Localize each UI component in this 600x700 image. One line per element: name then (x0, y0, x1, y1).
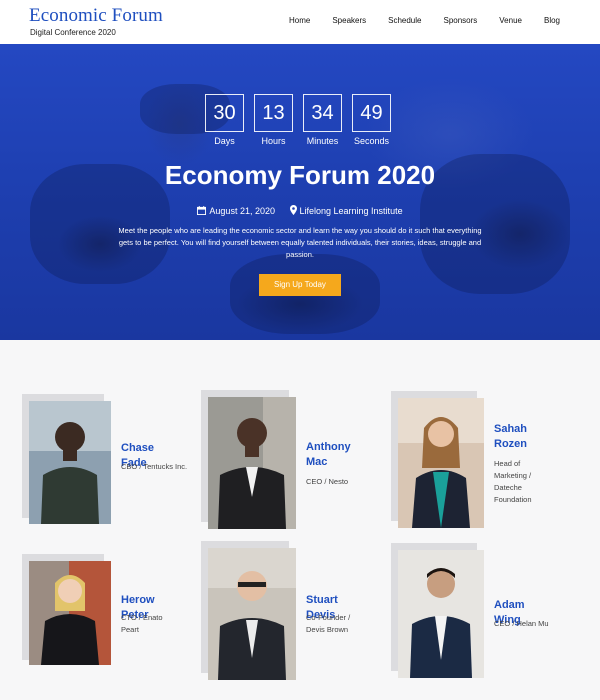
speaker-photo[interactable] (29, 401, 111, 524)
speaker-name[interactable]: Anthony Mac (306, 440, 366, 470)
countdown-seconds: 49 Seconds (352, 94, 391, 146)
map-marker-icon (289, 205, 297, 217)
logo-subtitle: Digital Conference 2020 (30, 28, 116, 37)
speaker-photo[interactable] (208, 397, 296, 529)
speaker-role: CEO / Nesto (306, 477, 349, 486)
speaker-role: Co-Founder / Devis Brown (306, 613, 351, 634)
event-date-text: August 21, 2020 (209, 206, 275, 216)
main-nav: Home Speakers Schedule Sponsors Venue Bl… (267, 16, 560, 25)
nav-speakers[interactable]: Speakers (332, 16, 366, 25)
countdown-value: 13 (254, 94, 293, 132)
event-date: August 21, 2020 (197, 206, 277, 216)
countdown-value: 49 (352, 94, 391, 132)
speaker-photo[interactable] (398, 550, 484, 678)
speaker-role: Head of Marketing / Dateche Foundation (494, 459, 532, 504)
speaker-photo[interactable] (398, 398, 484, 528)
countdown-timer: 30 Days 13 Hours 34 Minutes 49 Seconds (205, 94, 391, 146)
hero-section: 30 Days 13 Hours 34 Minutes 49 Seconds E… (0, 44, 600, 340)
countdown-label: Minutes (306, 136, 339, 146)
sign-up-button[interactable]: Sign Up Today (259, 274, 341, 296)
speaker-role: CTO / Enato Peart (121, 613, 163, 634)
hero-description: Meet the people who are leading the econ… (118, 226, 482, 259)
countdown-label: Days (214, 136, 235, 146)
calendar-icon (197, 206, 207, 217)
nav-blog[interactable]: Blog (544, 16, 560, 25)
speaker-name[interactable]: Sahah Rozen (494, 422, 544, 452)
countdown-label: Seconds (353, 136, 390, 146)
nav-sponsors[interactable]: Sponsors (443, 16, 477, 25)
countdown-days: 30 Days (205, 94, 244, 146)
hero-title: Economy Forum 2020 (164, 160, 436, 190)
nav-home[interactable]: Home (289, 16, 310, 25)
speaker-photo[interactable] (29, 561, 111, 665)
speaker-role: CEO / Helan Mu (494, 619, 549, 628)
countdown-value: 30 (205, 94, 244, 132)
countdown-minutes: 34 Minutes (303, 94, 342, 146)
site-header: Economic Forum Digital Conference 2020 H… (0, 0, 600, 44)
nav-venue[interactable]: Venue (499, 16, 522, 25)
event-meta: August 21, 2020 Lifelong Learning Instit… (0, 205, 600, 217)
event-venue: Lifelong Learning Institute (289, 205, 403, 217)
countdown-value: 34 (303, 94, 342, 132)
countdown-hours: 13 Hours (254, 94, 293, 146)
logo-title[interactable]: Economic Forum (29, 5, 163, 27)
nav-schedule[interactable]: Schedule (388, 16, 421, 25)
countdown-label: Hours (261, 136, 286, 146)
speakers-section: Chase Fade CBO / Tentucks Inc. Anthony M… (0, 340, 600, 700)
speaker-role: CBO / Tentucks Inc. (121, 462, 188, 471)
event-venue-text: Lifelong Learning Institute (299, 206, 403, 216)
speaker-photo[interactable] (208, 548, 296, 680)
